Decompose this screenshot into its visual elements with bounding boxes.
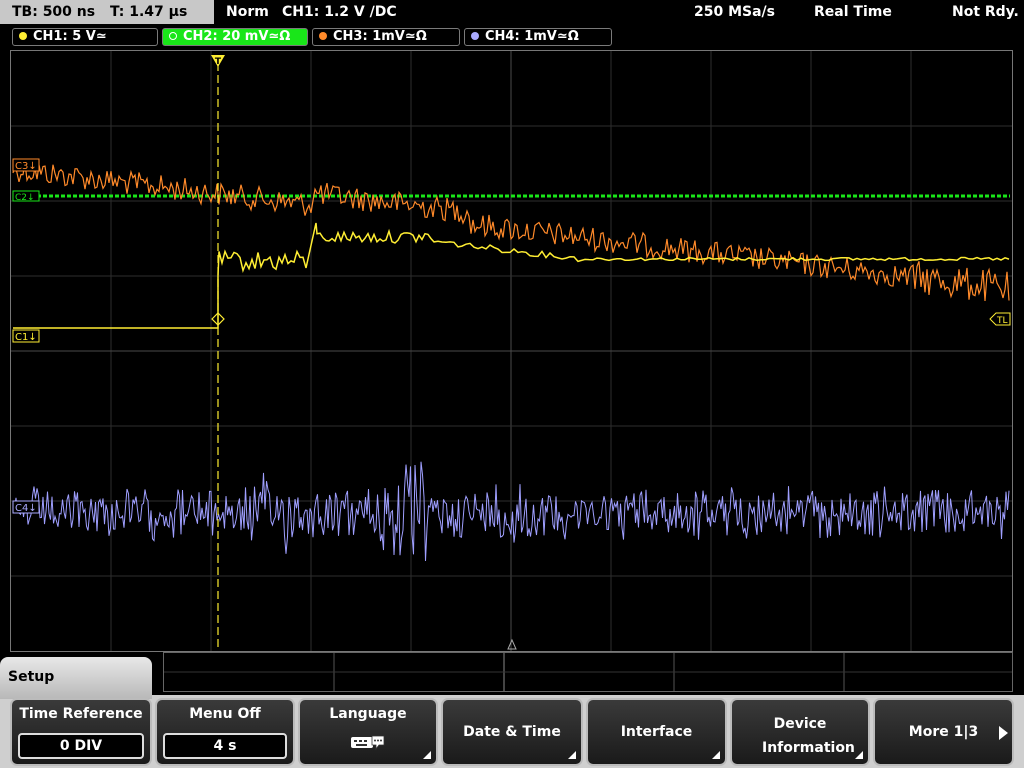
- auxiliary-display: [163, 652, 1013, 692]
- graticule: [11, 51, 1012, 651]
- channel-1-ref-marker[interactable]: C1↓: [12, 329, 40, 343]
- channel-3-ref-marker[interactable]: C3↓: [12, 158, 40, 172]
- channel-2-ref-marker[interactable]: C2↓: [12, 190, 40, 203]
- menu-title: Setup: [0, 657, 152, 699]
- date-time-button[interactable]: Date & Time: [441, 698, 583, 766]
- channel-2-ref-text: C2↓: [15, 193, 35, 203]
- auxiliary-grid: [164, 653, 1012, 691]
- keyboard-icon: [351, 735, 385, 751]
- menu-off-value: 4 s: [163, 733, 287, 759]
- submenu-indicator-icon: [568, 751, 576, 759]
- more-button[interactable]: More 1|3: [873, 698, 1014, 766]
- channel-1-dot: [19, 32, 27, 40]
- trigger-time-value: T: 1.47 µs: [109, 4, 188, 20]
- interface-button[interactable]: Interface: [586, 698, 727, 766]
- trigger-settings[interactable]: CH1: 1.2 V ∕DC: [282, 0, 397, 24]
- channel-2-label: CH2: 20 mV≃Ω: [183, 29, 291, 44]
- center-marker-icon: [507, 638, 517, 650]
- channel-2-tab[interactable]: CH2: 20 mV≃Ω: [162, 28, 308, 46]
- channel-4-ref-marker[interactable]: C4↓: [12, 500, 40, 514]
- submenu-indicator-icon: [855, 751, 863, 759]
- device-information-label: Device Information: [762, 716, 855, 756]
- acquisition-mode: Real Time: [814, 4, 892, 20]
- channel-3-dot: [319, 32, 327, 40]
- channel-4-ref-text: C4↓: [15, 503, 37, 514]
- menu-off-label: Menu Off: [189, 706, 261, 722]
- channel-1-label: CH1: 5 V≃: [33, 29, 107, 44]
- status-bar: TB: 500 ns T: 1.47 µs Norm CH1: 1.2 V ∕D…: [0, 0, 1024, 25]
- submenu-indicator-icon: [712, 751, 720, 759]
- submenu-indicator-icon: [423, 751, 431, 759]
- channel-1-ref-text: C1↓: [15, 332, 37, 343]
- language-label: Language: [329, 706, 407, 722]
- channel-4-label: CH4: 1mV≃Ω: [485, 29, 579, 44]
- time-reference-value: 0 DIV: [18, 733, 144, 759]
- menu-off-button[interactable]: Menu Off 4 s: [155, 698, 295, 766]
- trigger-level-marker[interactable]: TL: [989, 312, 1011, 326]
- channel-1-tab[interactable]: CH1: 5 V≃: [12, 28, 158, 46]
- next-arrow-icon: [999, 726, 1008, 740]
- trigger-level-text: TL: [996, 316, 1008, 326]
- more-label: More 1|3: [908, 724, 979, 740]
- channel-4-tab[interactable]: CH4: 1mV≃Ω: [464, 28, 612, 46]
- trigger-position-text: T: [215, 57, 222, 67]
- time-reference-button[interactable]: Time Reference 0 DIV: [10, 698, 152, 766]
- time-reference-label: Time Reference: [19, 706, 143, 722]
- acquisition-state: Not Rdy.: [952, 4, 1019, 20]
- waveform-canvas: T C1↓ C3↓ C2↓ C4↓ TL: [11, 51, 1012, 651]
- channel-3-ref-text: C3↓: [15, 161, 37, 172]
- channel-2-dot: [169, 32, 177, 40]
- channel-3-tab[interactable]: CH3: 1mV≃Ω: [312, 28, 460, 46]
- date-time-label: Date & Time: [463, 724, 561, 740]
- trigger-position-marker[interactable]: T: [211, 55, 225, 67]
- interface-label: Interface: [620, 724, 693, 740]
- trigger-mode[interactable]: Norm: [226, 0, 269, 24]
- channel-4-dot: [471, 32, 479, 40]
- channel-3-label: CH3: 1mV≃Ω: [333, 29, 427, 44]
- timebase-box[interactable]: TB: 500 ns T: 1.47 µs: [0, 0, 214, 24]
- timebase-value: TB: 500 ns: [12, 4, 96, 20]
- sample-rate: 250 MSa/s: [694, 4, 776, 20]
- waveform-display[interactable]: T C1↓ C3↓ C2↓ C4↓ TL: [10, 50, 1013, 652]
- language-button[interactable]: Language: [298, 698, 438, 766]
- device-information-button[interactable]: Device Information: [730, 698, 870, 766]
